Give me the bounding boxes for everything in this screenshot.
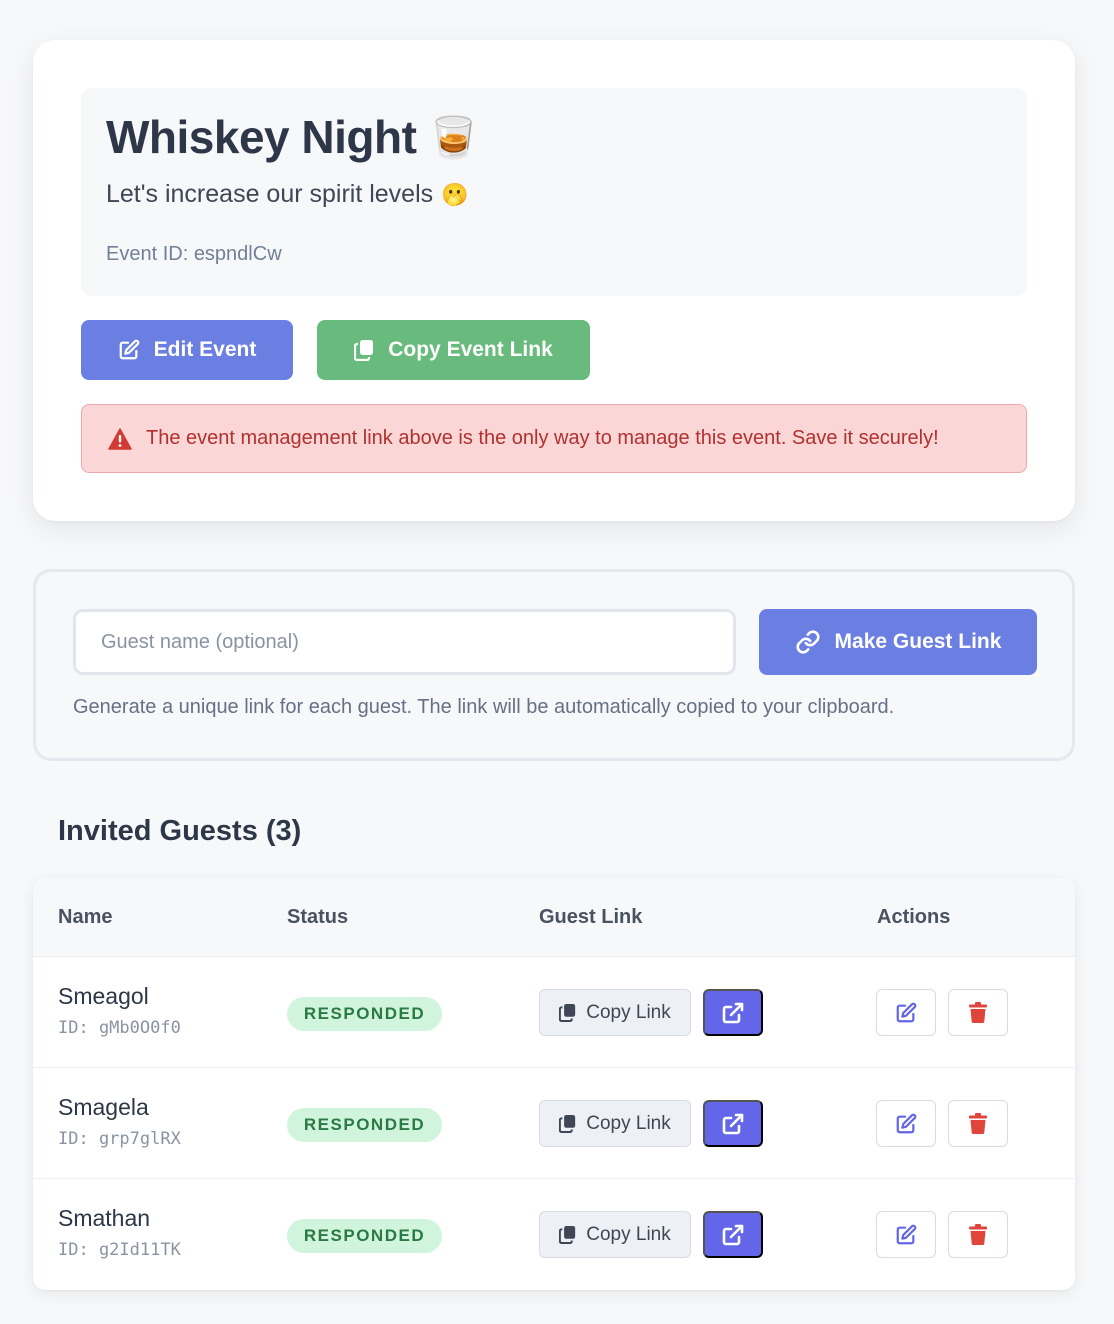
external-link-icon [721, 1223, 745, 1247]
column-header-actions: Actions [877, 906, 951, 928]
edit-event-label: Edit Event [153, 338, 257, 361]
copy-event-link-label: Copy Event Link [388, 338, 553, 361]
copy-link-label: Copy Link [586, 1001, 671, 1023]
guest-id: ID: gMb0O0f0 [58, 1018, 181, 1038]
guest-id: ID: grp7glRX [58, 1129, 181, 1149]
table-row: Smathan ID: g2Id11TK RESPONDED Copy Link [33, 1179, 1075, 1290]
copy-guest-link-button[interactable]: Copy Link [539, 1100, 691, 1147]
column-header-status: Status [287, 906, 349, 928]
event-subtitle-text: Let's increase our spirit levels [106, 180, 434, 208]
guest-name: Smagela [58, 1094, 149, 1120]
open-guest-link-button[interactable] [703, 1211, 763, 1258]
trash-icon [969, 1002, 987, 1023]
whiskey-glass-icon: 🥃 [428, 115, 478, 160]
face-emoji-icon: 🫢 [441, 181, 469, 207]
invited-guests-title: Invited Guests (3) [58, 815, 302, 847]
edit-guest-button[interactable] [876, 1100, 936, 1147]
open-guest-link-button[interactable] [703, 989, 763, 1036]
copy-icon [559, 1114, 576, 1133]
event-title-text: Whiskey Night [106, 111, 417, 163]
table-row: Smeagol ID: gMb0O0f0 RESPONDED Copy Link [33, 957, 1075, 1068]
copy-guest-link-button[interactable]: Copy Link [539, 989, 691, 1036]
copy-link-label: Copy Link [586, 1112, 671, 1134]
delete-guest-button[interactable] [948, 1100, 1008, 1147]
guest-id: ID: g2Id11TK [58, 1240, 181, 1260]
edit-icon [895, 1113, 917, 1135]
copy-icon [559, 1225, 576, 1244]
status-badge: RESPONDED [287, 1219, 442, 1253]
edit-event-button[interactable]: Edit Event [81, 320, 293, 380]
trash-icon [969, 1113, 987, 1134]
make-guest-link-label: Make Guest Link [834, 630, 1002, 653]
table-header: Name Status Guest Link Actions [33, 878, 1075, 957]
trash-icon [969, 1224, 987, 1245]
table-row: Smagela ID: grp7glRX RESPONDED Copy Link [33, 1068, 1075, 1179]
delete-guest-button[interactable] [948, 989, 1008, 1036]
guest-link-form: Make Guest Link Generate a unique link f… [33, 569, 1075, 761]
warning-icon [108, 427, 132, 450]
external-link-icon [721, 1001, 745, 1025]
status-badge: RESPONDED [287, 997, 442, 1031]
copy-guest-link-button[interactable]: Copy Link [539, 1211, 691, 1258]
column-header-guest-link: Guest Link [539, 906, 643, 928]
event-id: Event ID: espndlCw [106, 243, 282, 265]
edit-icon [118, 339, 140, 361]
warning-text: The event management link above is the o… [146, 427, 939, 449]
warning-alert: The event management link above is the o… [81, 404, 1027, 473]
make-guest-link-button[interactable]: Make Guest Link [759, 609, 1037, 675]
guest-name-input[interactable] [73, 609, 736, 675]
guest-name: Smathan [58, 1205, 151, 1231]
copy-icon [354, 339, 374, 361]
guest-help-text: Generate a unique link for each guest. T… [73, 696, 895, 718]
edit-guest-button[interactable] [876, 989, 936, 1036]
event-subtitle: Let's increase our spirit levels 🫢 [106, 180, 469, 209]
column-header-name: Name [58, 906, 113, 928]
delete-guest-button[interactable] [948, 1211, 1008, 1258]
copy-link-label: Copy Link [586, 1223, 671, 1245]
copy-icon [559, 1003, 576, 1022]
copy-event-link-button[interactable]: Copy Event Link [317, 320, 590, 380]
guest-table: Name Status Guest Link Actions Smeagol I… [33, 878, 1075, 1290]
edit-icon [895, 1002, 917, 1024]
external-link-icon [721, 1112, 745, 1136]
guest-name: Smeagol [58, 983, 149, 1009]
edit-guest-button[interactable] [876, 1211, 936, 1258]
edit-icon [895, 1224, 917, 1246]
event-title: Whiskey Night 🥃 [106, 110, 478, 164]
event-header: Whiskey Night 🥃 Let's increase our spiri… [81, 88, 1027, 296]
event-card: Whiskey Night 🥃 Let's increase our spiri… [33, 40, 1075, 521]
link-icon [795, 629, 821, 655]
open-guest-link-button[interactable] [703, 1100, 763, 1147]
status-badge: RESPONDED [287, 1108, 442, 1142]
